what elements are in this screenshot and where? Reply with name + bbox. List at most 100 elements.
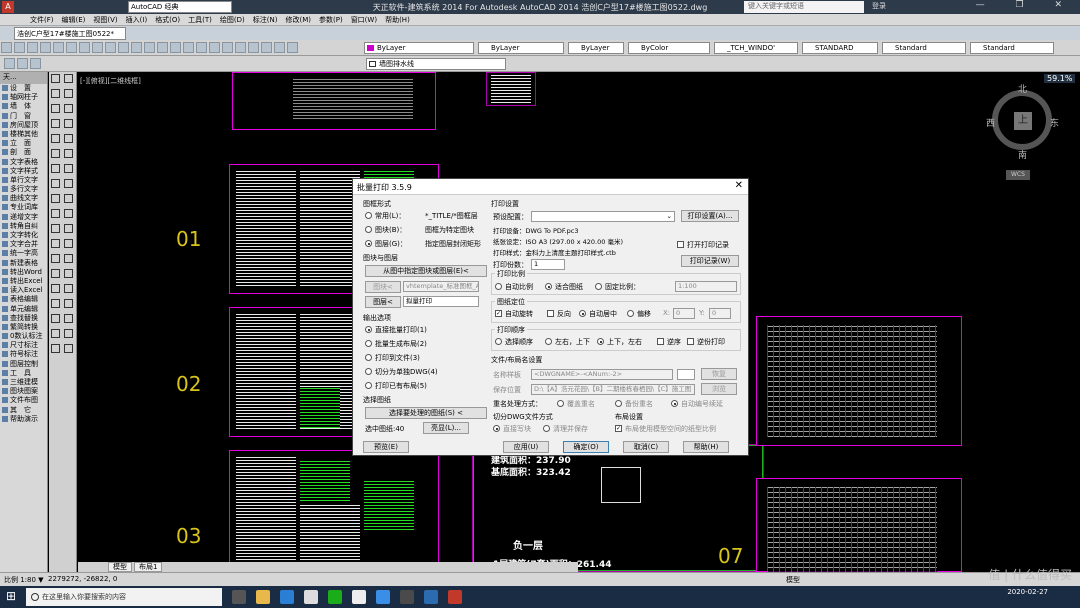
plot-settings-button[interactable]: 打印设置(A)... [681,210,739,222]
palette-item[interactable]: 尺寸标注 [0,341,47,350]
matchprop-icon[interactable] [118,42,129,53]
erase-icon[interactable] [51,209,60,218]
reverse-checkbox[interactable] [547,310,554,317]
model-space-toggle[interactable]: 模型 [786,575,800,585]
ok-button[interactable]: 确定(O) [563,441,609,453]
menu-format[interactable]: 格式(O) [155,14,188,26]
restore-button[interactable]: 恢复 [701,368,737,380]
dim-icon[interactable] [64,329,73,338]
output-split-radio[interactable] [365,368,372,375]
app-icon[interactable] [400,590,414,604]
revcloud-icon[interactable] [51,119,60,128]
palette-item[interactable]: 墙 体 [0,102,47,111]
palette-item[interactable]: 三维建模 [0,378,47,387]
publish-icon[interactable] [66,42,77,53]
break-icon[interactable] [64,284,73,293]
app-icon[interactable] [424,590,438,604]
palette-item[interactable]: 文字样式 [0,167,47,176]
palette-item[interactable]: 专业词库 [0,203,47,212]
pick-from-drawing-button[interactable]: 从图中指定图块或图层(E)< [365,265,487,277]
stretch-icon[interactable] [51,269,60,278]
trim-icon[interactable] [64,269,73,278]
palette-item[interactable]: 转角自纠 [0,222,47,231]
mirror-icon[interactable] [51,224,60,233]
app-icon[interactable] [304,590,318,604]
properties-icon[interactable] [209,42,220,53]
text-a-icon[interactable] [51,329,60,338]
palette-item[interactable]: 查找替换 [0,314,47,323]
scale-input[interactable]: 1:100 [675,281,737,292]
wcs-menu[interactable]: WCS [1006,170,1030,180]
task-view-icon[interactable] [232,590,246,604]
compass-east[interactable]: 东 [1050,116,1059,129]
markup-icon[interactable] [261,42,272,53]
palette-item[interactable]: 符号标注 [0,350,47,359]
layer-manager-icon[interactable] [4,58,15,69]
menu-window[interactable]: 窗口(W) [351,14,385,26]
palette-item[interactable]: 文字转化 [0,231,47,240]
wechat-icon[interactable] [328,590,342,604]
textstyle-combo[interactable]: _TCH_WINDO' [714,42,798,54]
cancel-button[interactable]: 取消(C) [623,441,669,453]
print-icon[interactable] [40,42,51,53]
rename-overwrite-radio[interactable] [557,400,564,407]
offset-radio[interactable] [627,310,634,317]
viewcube-top-face[interactable]: 上 [1014,112,1032,130]
palette-item[interactable]: 帮助演示 [0,415,47,424]
open-icon[interactable] [14,42,25,53]
palette-item[interactable]: 剖 面 [0,148,47,157]
mleaderstyle-combo[interactable]: Standard [970,42,1054,54]
palette-item[interactable]: 文字合并 [0,240,47,249]
compass-south[interactable]: 南 [1018,148,1027,161]
scale-fit-radio[interactable] [545,283,552,290]
palette-item[interactable]: 0数认标注 [0,332,47,341]
hatch-icon[interactable] [64,164,73,173]
tab-model[interactable]: 模型 [108,562,132,572]
linetype-combo[interactable]: ByLayer [478,42,564,54]
document-tab[interactable]: 浩创C户型17#楼施工图0522* [14,27,126,40]
palette-item[interactable]: 其 它 [0,406,47,415]
zoom-window-icon[interactable] [183,42,194,53]
design-center-icon[interactable] [222,42,233,53]
table-icon[interactable] [51,194,60,203]
order-tb-radio[interactable] [597,338,604,345]
palette-item[interactable]: 新建表格 [0,259,47,268]
menu-edit[interactable]: 编辑(E) [62,14,94,26]
copy-obj-icon[interactable] [64,209,73,218]
spline-icon[interactable] [64,119,73,128]
help-icon[interactable] [287,42,298,53]
explode-icon[interactable] [64,314,73,323]
windows-start-icon[interactable]: ⊞ [6,590,19,603]
offset-y-input[interactable]: 0 [709,308,731,319]
layer-combo[interactable]: ByLayer [364,42,474,54]
palette-item[interactable]: 单元编辑 [0,305,47,314]
order-select-radio[interactable] [495,338,502,345]
lineweight-combo[interactable]: ByLayer [568,42,624,54]
name-template-input[interactable]: <DWGNAME>-<ANum:-2> [531,369,673,380]
palette-item[interactable]: 轴网柱子 [0,93,47,102]
apply-button[interactable]: 应用(U) [503,441,549,453]
menu-dimension[interactable]: 标注(N) [253,14,286,26]
reverse-order-checkbox[interactable] [657,338,664,345]
array-icon[interactable] [51,239,60,248]
tab-layout1[interactable]: 布局1 [134,562,163,572]
line-icon[interactable] [51,74,60,83]
plot-log-button[interactable]: 打印记录(W) [681,255,739,267]
palette-item[interactable]: 房间屋顶 [0,121,47,130]
window-controls[interactable]: — ❐ ✕ [976,0,1076,10]
layer-pick-button[interactable]: 图层< [365,296,401,308]
select-drawings-button[interactable]: 选择要处理的图纸(S) < [365,407,487,419]
zoom-previous-icon[interactable] [196,42,207,53]
viewport-controls[interactable]: [-][俯视][二维线框] [80,76,141,86]
layout-option-checkbox[interactable]: ✓ [615,425,622,432]
file-explorer-icon[interactable] [256,590,270,604]
undo-icon[interactable] [131,42,142,53]
copy-icon[interactable] [92,42,103,53]
menu-tools[interactable]: 工具(T) [188,14,220,26]
rotate-icon[interactable] [51,254,60,263]
block-pick-button[interactable]: 图块< [365,281,401,293]
preset-select[interactable]: ⌄ [531,211,675,222]
compass-west[interactable]: 西 [986,116,995,129]
palette-item[interactable]: 递增文字 [0,213,47,222]
open-log-checkbox[interactable] [677,241,684,248]
